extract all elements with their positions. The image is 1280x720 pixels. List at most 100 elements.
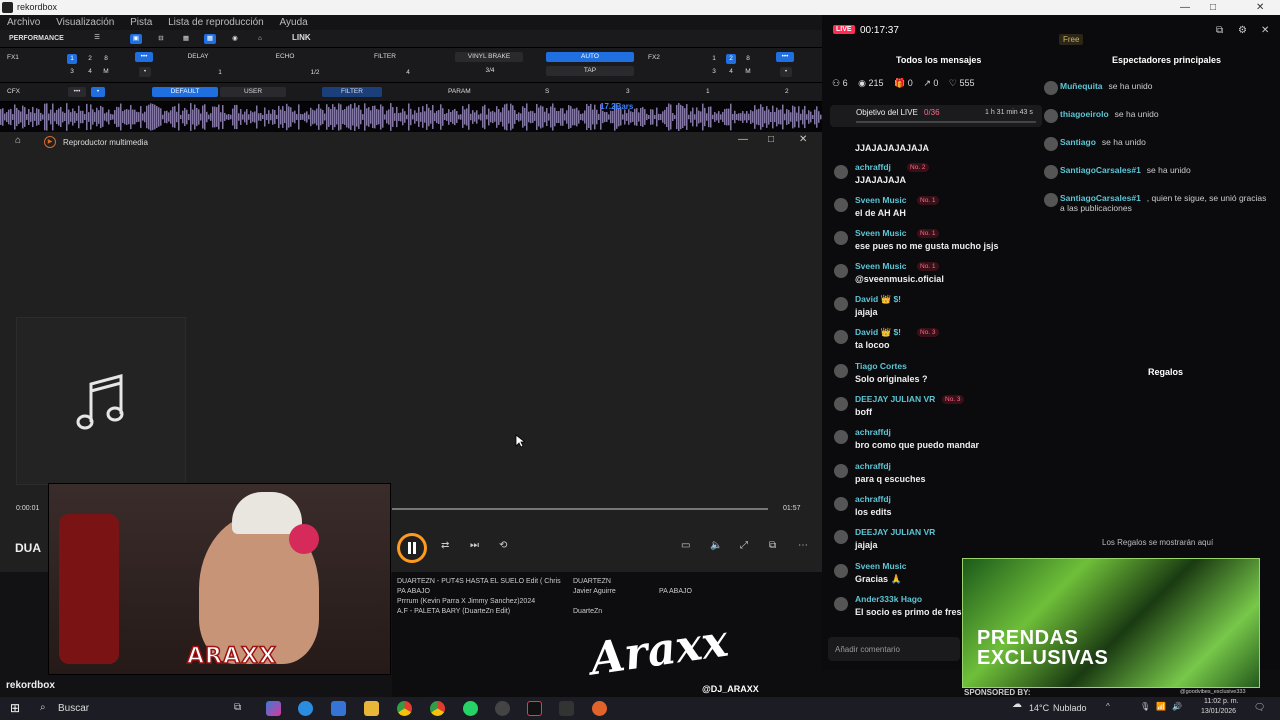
settings-icon[interactable]: ⚙ [1238,25,1247,36]
windows-start-icon[interactable]: ⊞ [10,701,20,715]
notifications-icon[interactable]: 🗨 [1254,702,1265,713]
chat-username[interactable]: DEEJAY JULIAN VR [855,394,935,404]
pause-button[interactable] [397,533,427,563]
media-player-taskbar-icon[interactable] [592,701,607,716]
chrome-profile-icon[interactable] [430,701,445,716]
cfx-dot-button[interactable]: • [91,87,105,97]
mode-selector[interactable]: PERFORMANCE [9,34,64,44]
viewer-join-item[interactable]: Muñequita se ha unido [1044,81,1270,95]
file-explorer-icon[interactable] [364,701,379,716]
obs-icon[interactable] [495,701,510,716]
link-button[interactable]: LINK [292,33,311,43]
chat-username[interactable]: achraffdj [855,494,891,504]
more-options-icon[interactable]: ⋯ [798,540,808,551]
fx1-dot-button[interactable]: • [139,67,151,77]
mixer-icon[interactable]: ⊟ [155,34,167,44]
fx2-beat-m[interactable]: M [743,67,753,77]
close-button[interactable]: ✕ [1256,0,1264,15]
close-panel-icon[interactable]: ✕ [1261,25,1269,36]
viewer-join-item[interactable]: SantiagoCarsales#1, quien te sigue, se u… [1044,193,1270,213]
user-avatar[interactable] [834,264,848,278]
chat-username[interactable]: Sveen Music [855,195,907,205]
taskbar-search[interactable]: Buscar [58,703,89,714]
user-avatar[interactable] [834,364,848,378]
store-icon[interactable] [331,701,346,716]
fx1-effect-vinyl-brake[interactable]: VINYL BRAKE [455,52,523,62]
user-avatar[interactable] [834,330,848,344]
fx1-beat-8[interactable]: 8 [101,54,111,64]
table-row[interactable]: PA ABAJO Javier Aguirre PA ABAJO [397,588,817,598]
chat-username[interactable]: Ander333k Hago [855,594,922,604]
fx2-beat-4[interactable]: 4 [726,67,736,77]
viewer-username[interactable]: SantiagoCarsales#1 [1060,165,1141,175]
fx1-effect-delay[interactable]: DELAY [168,52,228,62]
fullscreen-icon[interactable]: ⤢ [740,540,748,551]
search-icon[interactable]: ⌕ [40,702,46,713]
wifi-icon[interactable]: 📶 [1156,702,1166,711]
auto-button[interactable]: AUTO [546,52,634,62]
clock-date[interactable]: 13/01/2026 [1201,708,1236,715]
cfx-menu-button[interactable]: ••• [68,87,86,97]
chrome-icon[interactable] [397,701,412,716]
tap-button[interactable]: TAP [546,66,634,76]
speaker-icon[interactable]: 🔊 [1172,702,1182,711]
comment-input[interactable]: Añadir comentario [828,637,960,661]
chat-username[interactable]: Sveen Music [855,561,907,571]
table-row[interactable]: Prrrum (Kevin Parra X Jimmy Sanchez)2024 [397,598,817,608]
live-goal-card[interactable]: Objetivo del LIVE 0/36 1 h 31 min 43 s [830,105,1042,127]
viewer-username[interactable]: Muñequita [1060,81,1103,91]
microphone-icon[interactable]: 🎙 [1140,702,1150,711]
record-icon[interactable]: ◉ [229,34,241,44]
captions-icon[interactable]: ▭ [681,540,690,551]
plan-badge[interactable]: Free [1059,34,1084,45]
whatsapp-icon[interactable] [463,701,478,716]
viewer-username[interactable]: SantiagoCarsales#1 [1060,193,1141,203]
home-icon[interactable]: ⌂ [15,135,21,146]
cfx-default-button[interactable]: DEFAULT [152,87,218,97]
user-avatar[interactable] [834,165,848,179]
chat-username[interactable]: Sveen Music [855,261,907,271]
cfx-user-button[interactable]: USER [220,87,286,97]
chat-username[interactable]: David 👑 $! [855,327,901,338]
fx-view-icon[interactable]: ▣ [130,34,142,44]
chat-username[interactable]: achraffdj [855,461,891,471]
menu-lines-icon[interactable]: ☰ [90,33,104,43]
user-avatar[interactable] [834,430,848,444]
viewer-join-item[interactable]: SantiagoCarsales#1 se ha unido [1044,165,1270,179]
seek-bar[interactable] [392,508,768,510]
minimize-player-button[interactable]: — [738,134,748,145]
menu-archivo[interactable]: Archivo [7,17,40,28]
table-row[interactable]: DUARTEZN - PUT4S HASTA EL SUELO Edit ( C… [397,578,817,588]
menu-pista[interactable]: Pista [130,17,152,28]
task-view-icon[interactable]: ⧉ [234,702,241,713]
tray-arrow-icon[interactable]: ^ [1106,702,1110,711]
fx2-beat-2[interactable]: 2 [726,54,736,64]
viewer-username[interactable]: thiagoeirolo [1060,109,1109,119]
user-avatar[interactable] [834,597,848,611]
fx1-beat-2[interactable]: 2 [85,54,95,64]
maximize-player-button[interactable]: □ [768,134,774,145]
tab-top-viewers[interactable]: Espectadores principales [1112,55,1221,65]
grid-icon[interactable]: ▦ [180,34,192,44]
volume-icon[interactable]: 🔈 [710,540,722,551]
user-avatar[interactable] [834,231,848,245]
chat-username[interactable]: Sveen Music [855,228,907,238]
rekordbox-taskbar-icon[interactable] [559,701,574,716]
edge-icon[interactable] [298,701,313,716]
popout-icon[interactable]: ⧉ [1216,25,1223,36]
fx2-beat-8[interactable]: 8 [743,54,753,64]
repeat-off-icon[interactable]: ⟲ [499,540,507,551]
sampler-icon[interactable]: ⌂ [254,34,266,44]
user-avatar[interactable] [834,297,848,311]
menu-ayuda[interactable]: Ayuda [280,17,308,28]
fx2-beat-1[interactable]: 1 [709,54,719,64]
tab-all-messages[interactable]: Todos los mensajes [896,55,981,65]
next-track-icon[interactable]: ⏭ [470,540,479,551]
tiktok-live-icon[interactable] [527,701,542,716]
cast-icon[interactable]: ⧉ [769,540,776,551]
user-avatar[interactable] [834,464,848,478]
fx1-beat-1[interactable]: 1 [67,54,77,64]
fx1-effect-filter[interactable]: FILTER [355,52,415,62]
chat-username[interactable]: Tiago Cortes [855,361,907,371]
fx2-menu-button[interactable]: ••• [776,52,794,62]
